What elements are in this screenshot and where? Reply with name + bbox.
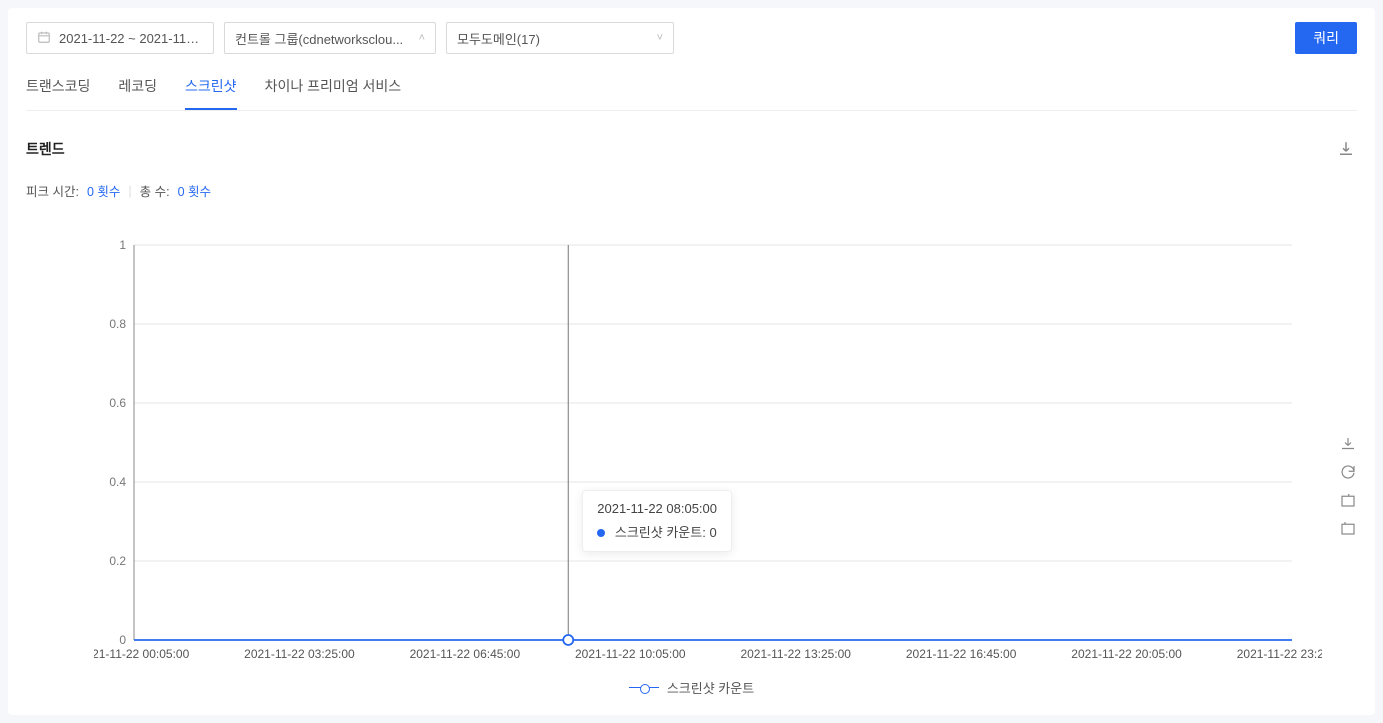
date-range-picker[interactable]: 2021-11-22 ~ 2021-11-22	[26, 22, 214, 54]
svg-text:0.4: 0.4	[109, 475, 126, 489]
svg-text:2021-11-22 03:25:00: 2021-11-22 03:25:00	[244, 647, 355, 661]
refresh-icon[interactable]	[1339, 463, 1357, 481]
svg-text:2021-11-22 20:05:00: 2021-11-22 20:05:00	[1071, 647, 1182, 661]
peak-time-value: 0 횟수	[87, 181, 120, 200]
control-group-select[interactable]: 컨트롤 그룹(cdnetworksclou... ˄	[224, 22, 436, 54]
domain-select[interactable]: 모두도메인(17) ˅	[446, 22, 674, 54]
save-image-icon[interactable]	[1339, 435, 1357, 453]
section-title: 트렌드	[26, 139, 1357, 159]
svg-text:2021-11-22 06:45:00: 2021-11-22 06:45:00	[410, 647, 521, 661]
chevron-up-icon: ˄	[419, 32, 425, 44]
download-icon[interactable]	[1337, 140, 1357, 160]
tab-transcoding[interactable]: 트랜스코딩	[26, 76, 90, 110]
zoom-icon[interactable]	[1339, 491, 1357, 509]
svg-text:2021-11-22 23:25:00: 2021-11-22 23:25:00	[1237, 647, 1322, 661]
stats-separator: |	[128, 184, 131, 198]
analytics-card: 2021-11-22 ~ 2021-11-22 컨트롤 그룹(cdnetwork…	[8, 8, 1375, 715]
svg-text:0: 0	[119, 633, 126, 647]
date-range-text: 2021-11-22 ~ 2021-11-22	[59, 31, 203, 46]
legend-label: 스크린샷 카운트	[667, 678, 754, 697]
peak-time-label: 피크 시간:	[26, 181, 79, 200]
restore-icon[interactable]	[1339, 519, 1357, 537]
domain-text: 모두도메인(17)	[457, 29, 540, 48]
tab-china-premium[interactable]: 차이나 프리미엄 서비스	[265, 76, 402, 110]
calendar-icon	[37, 30, 51, 47]
svg-text:2021-11-22 16:45:00: 2021-11-22 16:45:00	[906, 647, 1017, 661]
svg-text:1: 1	[119, 238, 126, 252]
svg-text:0.8: 0.8	[109, 317, 126, 331]
chevron-down-icon: ˅	[657, 32, 663, 44]
chart-area: 0 0.2 0.4 0.6 0.8 1 2021-11-22 00:05:00 2021-11…	[26, 235, 1357, 705]
chart-toolbox	[1339, 435, 1357, 537]
chart-legend[interactable]: 스크린샷 카운트	[26, 678, 1357, 697]
svg-text:0.6: 0.6	[109, 396, 126, 410]
svg-text:2021-11-22 10:05:00: 2021-11-22 10:05:00	[575, 647, 686, 661]
filter-bar: 2021-11-22 ~ 2021-11-22 컨트롤 그룹(cdnetwork…	[26, 22, 1357, 54]
total-label: 총 수:	[140, 181, 170, 200]
svg-text:2021-11-22 13:25:00: 2021-11-22 13:25:00	[740, 647, 851, 661]
query-button[interactable]: 쿼리	[1295, 22, 1357, 54]
total-value: 0 횟수	[178, 181, 211, 200]
control-group-text: 컨트롤 그룹(cdnetworksclou...	[235, 29, 403, 48]
tab-recording[interactable]: 레코딩	[118, 76, 157, 110]
stats-row: 피크 시간: 0 횟수 | 총 수: 0 횟수	[26, 181, 1357, 200]
tab-screenshot[interactable]: 스크린샷	[185, 76, 237, 110]
svg-text:2021-11-22 00:05:00: 2021-11-22 00:05:00	[94, 647, 190, 661]
tabs-bar: 트랜스코딩 레코딩 스크린샷 차이나 프리미엄 서비스	[26, 76, 1357, 111]
legend-symbol	[629, 682, 659, 694]
svg-text:0.2: 0.2	[109, 554, 126, 568]
line-chart[interactable]: 0 0.2 0.4 0.6 0.8 1 2021-11-22 00:05:00 2021-11…	[94, 235, 1322, 665]
